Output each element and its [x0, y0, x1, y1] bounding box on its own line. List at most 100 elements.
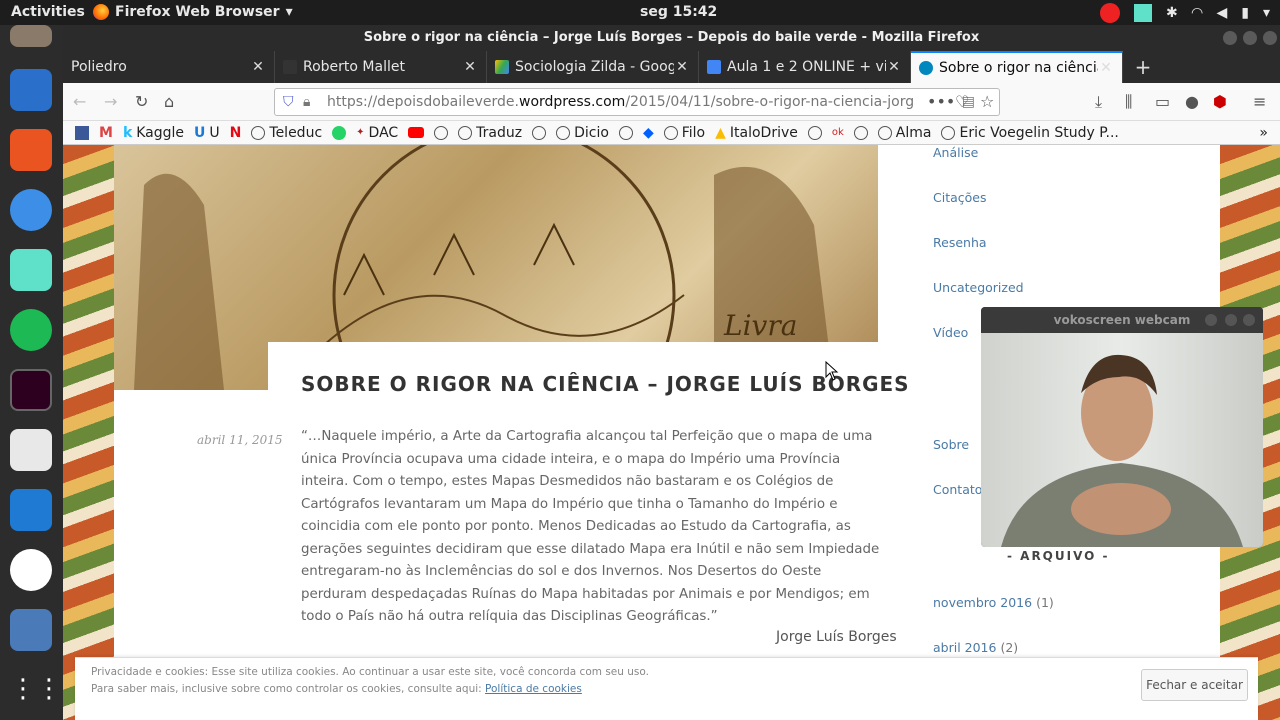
bookmark-gmail[interactable]: M [99, 125, 113, 141]
bookmark-ok[interactable]: ok [832, 127, 844, 138]
sidebar-icon[interactable]: ▭ [1155, 92, 1170, 111]
bookmark-globe[interactable] [853, 125, 868, 140]
clock[interactable]: seg 15:42 [640, 4, 717, 20]
activities-button[interactable]: Activities [11, 4, 85, 20]
bookmark-globe[interactable] [618, 125, 633, 140]
text-editor-icon[interactable] [10, 69, 52, 111]
category-link[interactable]: Citações [933, 190, 987, 205]
slack-icon[interactable] [10, 549, 52, 591]
bookmark-alma[interactable]: Alma [877, 125, 931, 141]
menu-icon[interactable]: ≡ [1253, 92, 1266, 111]
wifi-icon[interactable]: ◠ [1192, 5, 1203, 21]
minimize-button[interactable] [1223, 31, 1237, 45]
tab-sobre-o-rigor[interactable]: Sobre o rigor na ciência - ✕ [911, 51, 1123, 83]
minimize-button[interactable] [1205, 314, 1217, 326]
category-link[interactable]: Vídeo [933, 325, 968, 340]
bookmark-dac[interactable]: ✦ DAC [356, 125, 398, 141]
bookmark-whatsapp[interactable] [332, 125, 347, 140]
tab-poliedro[interactable]: Poliedro ✕ [63, 51, 275, 83]
close-and-accept-button[interactable]: Fechar e aceitar [1141, 669, 1248, 701]
spotify-icon[interactable] [10, 309, 52, 351]
archive-link[interactable]: abril 2016 [933, 640, 996, 655]
bookmark-star-icon[interactable]: ☆ [980, 92, 994, 111]
bookmark-facebook[interactable] [75, 125, 89, 140]
close-button[interactable] [1263, 31, 1277, 45]
archive-item[interactable]: novembro 2016 (1) [933, 595, 1054, 610]
close-tab-icon[interactable]: ✕ [1098, 60, 1114, 76]
page-actions-icon[interactable]: ••• [927, 92, 955, 111]
software-center-icon[interactable] [10, 129, 52, 171]
globe-icon [532, 125, 547, 140]
post-title[interactable]: SOBRE O RIGOR NA CIÊNCIA – JORGE LUÍS BO… [301, 372, 910, 396]
document-viewer-icon[interactable] [10, 429, 52, 471]
new-tab-button[interactable]: + [1123, 51, 1163, 83]
bookmark-globe[interactable] [807, 125, 822, 140]
close-button[interactable] [1243, 314, 1255, 326]
category-link[interactable]: Uncategorized [933, 280, 1024, 295]
tab-aula-online[interactable]: Aula 1 e 2 ONLINE + vide✕ [699, 51, 911, 83]
maximize-button[interactable] [1243, 31, 1257, 45]
archive-item[interactable]: abril 2016 (2) [933, 640, 1018, 655]
video-editor-icon[interactable] [10, 609, 52, 651]
category-link[interactable]: Análise [933, 145, 978, 160]
webcam-title[interactable]: vokoscreen webcam [981, 307, 1263, 333]
bookmark-italodrive[interactable]: ▲ ItaloDrive [715, 125, 798, 141]
page-content[interactable]: Livra SOBRE O RIGOR NA CIÊNCIA – JORGE L… [63, 145, 1280, 720]
back-icon[interactable]: ← [73, 92, 86, 111]
show-apps-icon[interactable]: ⋮⋮ [10, 669, 62, 711]
webcam-window[interactable]: vokoscreen webcam [981, 307, 1263, 547]
window-titlebar: Sobre o rigor na ciência – Jorge Luís Bo… [63, 25, 1280, 51]
pocket-icon[interactable]: ♡ [955, 92, 969, 111]
bookmark-globe[interactable] [532, 125, 547, 140]
tab-sociologia-zilda[interactable]: Sociologia Zilda - Google ✕ [487, 51, 699, 83]
close-tab-icon[interactable]: ✕ [462, 59, 478, 75]
record-icon[interactable] [1099, 3, 1120, 23]
account-icon[interactable]: ● [1185, 92, 1199, 111]
dock-app-icon[interactable] [10, 25, 52, 47]
terminal-icon[interactable] [10, 369, 52, 411]
bookmark-label: Dicio [574, 124, 609, 141]
category-link[interactable]: Resenha [933, 235, 987, 250]
bookmark-netflix[interactable]: N [230, 125, 242, 141]
chevron-down-icon[interactable]: ▾ [1263, 5, 1270, 21]
download-icon[interactable]: ⤓ [1095, 92, 1102, 112]
bookmark-eric-voegelin[interactable]: Eric Voegelin Study P... [941, 125, 1119, 141]
screen-recorder-icon[interactable] [10, 249, 52, 291]
bookmark-teleduc[interactable]: Teleduc [251, 125, 322, 141]
library-icon[interactable]: ⫼ [1125, 92, 1132, 112]
bookmark-globe[interactable] [434, 125, 449, 140]
bookmark-youtube[interactable] [408, 127, 425, 138]
app-menu[interactable]: Firefox Web Browser ▾ [93, 4, 293, 20]
forward-icon[interactable]: → [104, 92, 117, 111]
vscode-icon[interactable] [10, 489, 52, 531]
page-link-contato[interactable]: Contato [933, 482, 982, 497]
bookmark-traduz[interactable]: Traduz [458, 125, 522, 141]
url-bar[interactable]: ⛉ 🔒︎ https://depoisdobaileverde.wordpres… [274, 88, 1000, 116]
bookmark-filo[interactable]: Filo [663, 125, 705, 141]
help-icon[interactable] [10, 189, 52, 231]
close-tab-icon[interactable]: ✕ [886, 59, 902, 75]
home-icon[interactable]: ⌂ [164, 92, 174, 111]
maximize-button[interactable] [1225, 314, 1237, 326]
page-link-sobre[interactable]: Sobre [933, 437, 969, 452]
bookmark-dropbox[interactable]: ◆ [643, 125, 654, 141]
bookmark-kaggle[interactable]: k Kaggle [123, 125, 184, 141]
volume-icon[interactable]: ◀ [1216, 5, 1227, 21]
lock-icon[interactable]: 🔒︎ [303, 89, 310, 115]
close-tab-icon[interactable]: ✕ [674, 59, 690, 75]
bookmarks-overflow-icon[interactable]: » [1259, 125, 1268, 141]
screen-icon[interactable] [1133, 4, 1152, 22]
bookmark-dicio[interactable]: Dicio [556, 125, 609, 141]
battery-icon[interactable]: ▮ [1241, 5, 1249, 21]
bookmark-u[interactable]: UU [194, 125, 220, 141]
close-tab-icon[interactable]: ✕ [250, 59, 266, 75]
system-tray[interactable]: ✱ ◠ ◀ ▮ ▾ [1099, 3, 1270, 23]
slack-tray-icon[interactable]: ✱ [1166, 5, 1178, 21]
cookie-policy-link[interactable]: Política de cookies [485, 683, 582, 695]
reload-icon[interactable]: ↻ [135, 92, 148, 111]
tab-roberto-mallet[interactable]: Roberto Mallet ✕ [275, 51, 487, 83]
shield-icon[interactable]: ⛉ [283, 89, 294, 115]
post-date[interactable]: abril 11, 2015 [197, 433, 283, 447]
archive-link[interactable]: novembro 2016 [933, 595, 1032, 610]
adblock-icon[interactable]: ⬢ [1213, 92, 1227, 111]
